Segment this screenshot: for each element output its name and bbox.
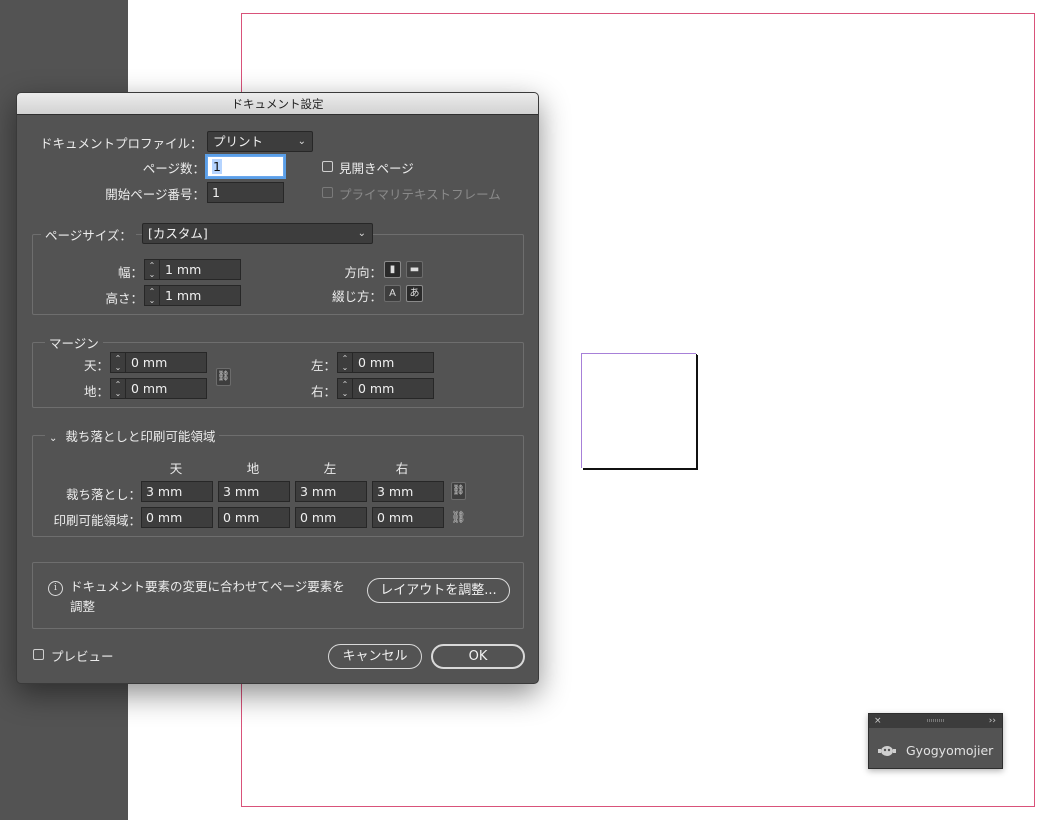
bleed-col-left: 左 [323,461,337,476]
bleed-col-top: 天 [169,461,183,476]
adjust-layout-button[interactable]: レイアウトを調整... [367,578,510,603]
preview-checkbox[interactable] [33,649,44,660]
bleed-col-right: 右 [395,461,409,476]
slug-label: 印刷可能領域： [53,513,141,528]
page-size-dropdown[interactable]: [カスタム] ⌄ [142,223,373,244]
orientation-label: 方向： [344,265,382,280]
slug-bottom-input[interactable]: 0 mm [218,507,290,528]
plugin-name[interactable]: Gyogyomojier [906,743,993,758]
fish-plugin-icon[interactable] [878,744,896,758]
start-page-input[interactable]: 1 [207,182,284,203]
width-spinner[interactable]: ⌃ ⌄ 1 mm [144,259,241,280]
height-spinner[interactable]: ⌃ ⌄ 1 mm [144,285,241,306]
landscape-orientation-icon[interactable]: ▬ [406,261,423,278]
spinner-arrows-icon[interactable]: ⌃ ⌄ [145,260,160,279]
start-page-label: 開始ページ番号： [105,187,205,202]
gyogyomojier-panel: × ›› Gyogyomojier [868,713,1003,769]
chevron-down-icon[interactable]: ⌄ [49,433,57,444]
slug-top-input[interactable]: 0 mm [141,507,213,528]
spinner-arrows-icon[interactable]: ⌃ ⌄ [111,379,126,398]
margin-top-label: 天： [83,358,109,373]
bleed-top-input[interactable]: 3 mm [141,481,213,502]
right-to-left-binding-icon[interactable]: あ [406,285,423,302]
margin-right-spinner[interactable]: ⌃ ⌄ 0 mm [337,378,434,399]
height-label: 高さ： [105,291,143,306]
ok-button[interactable]: OK [431,644,525,669]
bleed-left-input[interactable]: 3 mm [295,481,367,502]
bleed-slug-title[interactable]: ⌄ 裁ち落としと印刷可能領域 [45,426,220,445]
portrait-orientation-icon[interactable]: ▮ [384,261,401,278]
profile-dropdown[interactable]: プリント ⌄ [207,131,313,152]
width-label: 幅： [117,265,143,280]
facing-pages-checkbox[interactable] [322,161,333,172]
facing-pages-label: 見開きページ [339,161,414,176]
panel-title-bar[interactable]: × ›› [869,714,1002,728]
spinner-arrows-icon[interactable]: ⌃ ⌄ [338,353,353,372]
binding-label: 綴じ方： [331,289,382,304]
preview-label: プレビュー [51,649,114,664]
margin-top-spinner[interactable]: ⌃ ⌄ 0 mm [110,352,207,373]
slug-left-input[interactable]: 0 mm [295,507,367,528]
pages-input[interactable]: 1 [207,156,284,177]
chevron-down-icon: ⌄ [357,228,366,239]
margin-bottom-spinner[interactable]: ⌃ ⌄ 0 mm [110,378,207,399]
margins-title: マージン [45,333,103,352]
pages-label: ページ数： [142,161,205,176]
margin-bottom-label: 地： [83,384,109,399]
profile-label: ドキュメントプロファイル： [40,136,203,151]
adjust-info-text-line1: ドキュメント要素の変更に合わせてページ要素を [70,579,345,594]
link-bleed-icon[interactable]: ⛓ [451,482,466,500]
bleed-right-input[interactable]: 3 mm [372,481,444,502]
bleed-col-bottom: 地 [246,461,260,476]
close-icon[interactable]: × [874,714,882,728]
document-setup-dialog: ドキュメント設定 ドキュメントプロファイル： プリント ⌄ ページ数： 1 見開… [16,92,539,684]
margin-left-spinner[interactable]: ⌃ ⌄ 0 mm [337,352,434,373]
page-size-value: [カスタム] [148,226,208,241]
left-to-right-binding-icon[interactable]: A [384,285,401,302]
link-margins-icon[interactable]: ⛓ [216,368,231,386]
spinner-arrows-icon[interactable]: ⌃ ⌄ [111,353,126,372]
page-size-label: ページサイズ： [41,225,136,244]
dialog-title: ドキュメント設定 [17,93,538,115]
margin-left-label: 左： [310,358,336,373]
cancel-button[interactable]: キャンセル [328,644,422,669]
primary-text-frame-label: プライマリテキストフレーム [339,187,501,202]
margin-right-label: 右： [310,384,336,399]
bleed-label: 裁ち落とし： [65,487,141,502]
chevron-down-icon: ⌄ [297,136,306,147]
adjust-info-text-line2: 調整 [70,599,96,614]
profile-value: プリント [213,134,264,149]
bleed-bottom-input[interactable]: 3 mm [218,481,290,502]
unlink-slug-icon[interactable]: ⛓ [450,509,467,526]
primary-text-frame-checkbox[interactable] [322,187,333,198]
expand-icon[interactable]: ›› [989,714,996,728]
drag-grip-icon[interactable] [927,719,945,722]
spinner-arrows-icon[interactable]: ⌃ ⌄ [338,379,353,398]
slug-right-input[interactable]: 0 mm [372,507,444,528]
info-icon: i [48,581,63,596]
document-page-thumbnail [581,353,697,468]
spinner-arrows-icon[interactable]: ⌃ ⌄ [145,286,160,305]
